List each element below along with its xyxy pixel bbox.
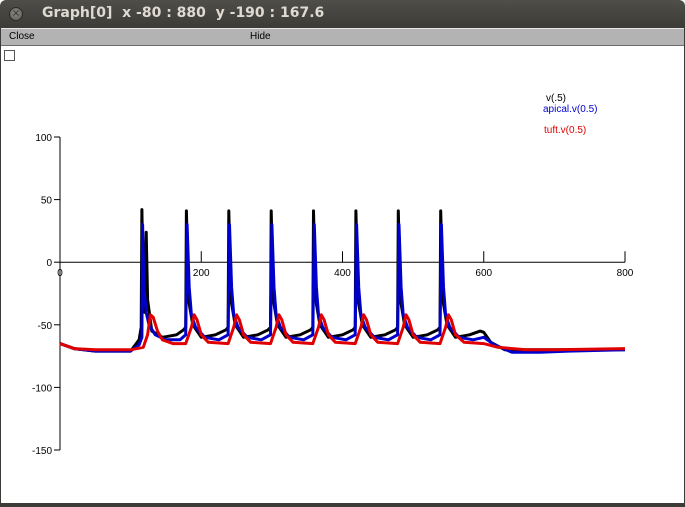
x-tick-label: 800 [617, 268, 634, 279]
close-menu-item[interactable]: Close [9, 31, 35, 42]
x-tick-label: 600 [475, 268, 492, 279]
y-tick-label: 50 [41, 196, 53, 207]
y-tick-label: 0 [46, 258, 52, 269]
series-line-2 [59, 313, 626, 352]
legend-entry-0: v(.5) [546, 93, 566, 104]
x-tick-label: 400 [334, 268, 351, 279]
graph-window: × Graph[0] x -80 : 880 y -190 : 167.6 Cl… [0, 0, 685, 505]
y-tick-label: -50 [38, 321, 53, 332]
x-tick-label: 0 [57, 268, 63, 279]
voltage-plot[interactable]: 100 50 0 -50 -100 -150 0 200 400 600 800 v(.5)apica… [1, 46, 684, 503]
menu-bar: Close Hide [0, 28, 685, 46]
y-tick-label: 100 [35, 133, 52, 144]
y-tick-label: -150 [32, 446, 52, 457]
window-title: Graph[0] x -80 : 880 y -190 : 167.6 [42, 5, 325, 21]
x-tick-label: 200 [193, 268, 210, 279]
legend-entry-2: tuft.v(0.5) [544, 125, 586, 136]
graph-corner-checkbox[interactable] [4, 50, 15, 61]
window-border-left [0, 28, 1, 505]
y-tick-label: -100 [32, 383, 52, 394]
hide-menu-item[interactable]: Hide [250, 31, 271, 42]
window-close-icon[interactable]: × [9, 7, 23, 21]
graph-canvas[interactable]: 100 50 0 -50 -100 -150 0 200 400 600 800 v(.5) apica… [1, 46, 684, 503]
title-bar[interactable]: × Graph[0] x -80 : 880 y -190 : 167.6 [0, 0, 685, 28]
legend-entry-1: apical.v(0.5) [543, 104, 597, 115]
